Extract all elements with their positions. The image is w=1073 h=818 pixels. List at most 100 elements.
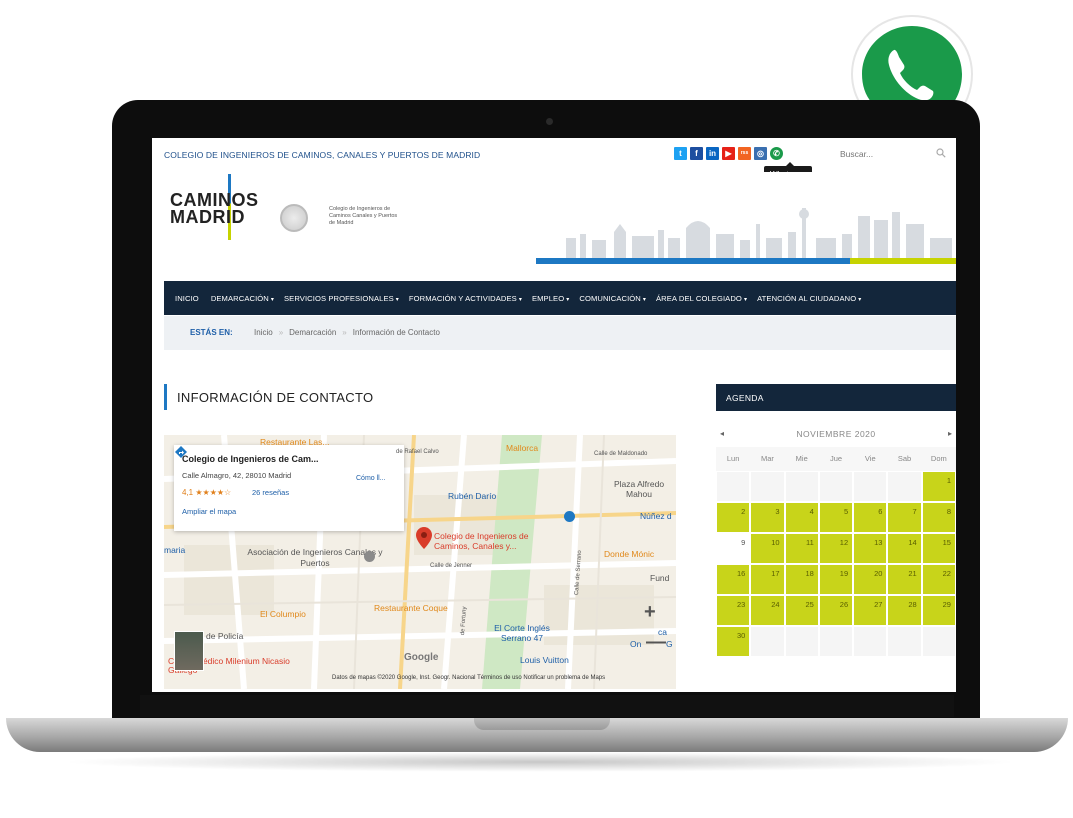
nav-item-demarcacion[interactable]: DEMARCACIÓN ▾ xyxy=(206,294,279,303)
poi-restaurant-top[interactable]: Restaurante Las... xyxy=(260,437,329,447)
map-pin-icon[interactable] xyxy=(416,527,432,549)
poi-colegio[interactable]: Colegio de Ingenieros de Caminos, Canale… xyxy=(434,531,552,551)
calendar-empty-cell xyxy=(716,471,751,502)
whatsapp-icon[interactable]: ✆ xyxy=(770,147,783,160)
calendar-day[interactable]: 9 xyxy=(716,533,751,564)
instagram-icon[interactable]: ◎ xyxy=(754,147,767,160)
calendar-month: NOVIEMBRE 2020 xyxy=(796,429,876,439)
calendar-day[interactable]: 21 xyxy=(887,564,922,595)
nav-item-formacion[interactable]: FORMACIÓN Y ACTIVIDADES ▾ xyxy=(404,294,527,303)
enlarge-map-link[interactable]: Ampliar el mapa xyxy=(182,507,236,516)
poi-fund[interactable]: Fund xyxy=(650,573,669,583)
calendar-day[interactable]: 18 xyxy=(784,564,819,595)
poi-policia[interactable]: de Policía xyxy=(206,631,243,641)
nav-item-empleo[interactable]: EMPLEO ▾ xyxy=(527,294,574,303)
calendar-day[interactable]: 14 xyxy=(887,533,922,564)
nav-item-atencion[interactable]: ATENCIÓN AL CIUDADANO ▾ xyxy=(752,294,866,303)
breadcrumb-inicio[interactable]: Inicio xyxy=(254,328,273,337)
nav-label: ÁREA DEL COLEGIADO xyxy=(656,293,742,303)
chevron-down-icon: ▾ xyxy=(518,296,522,303)
zoom-in-button[interactable]: + xyxy=(644,601,656,624)
calendar-day[interactable]: 20 xyxy=(853,564,888,595)
calendar-day[interactable]: 16 xyxy=(716,564,751,595)
directions-icon[interactable] xyxy=(174,445,188,459)
calendar-day[interactable]: 2 xyxy=(716,502,751,533)
calendar-day[interactable]: 28 xyxy=(887,595,922,626)
breadcrumb-demarcacion[interactable]: Demarcación xyxy=(289,328,336,337)
site-title-link[interactable]: COLEGIO DE INGENIEROS DE CAMINOS, CANALE… xyxy=(164,150,480,160)
calendar-day[interactable]: 27 xyxy=(853,595,888,626)
calendar-day[interactable]: 29 xyxy=(921,595,956,626)
place-rating: 4,1 ★★★★☆ xyxy=(182,488,232,497)
map-attribution[interactable]: Datos de mapas ©2020 Google, Inst. Geogr… xyxy=(164,671,676,685)
calendar-day[interactable]: 11 xyxy=(784,533,819,564)
calendar-day[interactable]: 7 xyxy=(887,502,922,533)
calendar-weekday: Lun xyxy=(716,447,751,471)
street-view-thumbnail[interactable] xyxy=(174,631,204,671)
search-icon[interactable] xyxy=(936,148,946,158)
calendar-empty-cell xyxy=(887,471,922,502)
calendar-day[interactable]: 8 xyxy=(921,502,956,533)
calendar-day[interactable]: 25 xyxy=(784,595,819,626)
poi-el-columpio[interactable]: El Columpio xyxy=(260,609,306,619)
nav-item-comunicacion[interactable]: COMUNICACIÓN ▾ xyxy=(574,294,651,303)
calendar-day[interactable]: 10 xyxy=(750,533,785,564)
chevron-down-icon: ▾ xyxy=(642,296,647,303)
twitter-icon[interactable]: t xyxy=(674,147,687,160)
calendar-weekday: Mar xyxy=(750,447,785,471)
calendar-day[interactable]: 23 xyxy=(716,595,751,626)
chevron-down-icon: ▾ xyxy=(270,296,274,303)
poi-restaurante-coque[interactable]: Restaurante Coque xyxy=(374,603,448,613)
calendar-day[interactable]: 24 xyxy=(750,595,785,626)
place-reviews-link[interactable]: 26 reseñas xyxy=(252,488,289,497)
facebook-icon[interactable]: f xyxy=(690,147,703,160)
poi-louis-vuitton[interactable]: Louis Vuitton xyxy=(520,655,569,665)
poi-mallorca[interactable]: Mallorca xyxy=(506,443,538,453)
breadcrumb: ESTÁS EN: Inicio » Demarcación » Informa… xyxy=(164,316,956,350)
poi-maria[interactable]: maria xyxy=(164,545,185,555)
place-address: Calle Almagro, 42, 28010 Madrid xyxy=(182,471,292,480)
linkedin-icon[interactable]: in xyxy=(706,147,719,160)
calendar-day[interactable]: 13 xyxy=(853,533,888,564)
page-title-wrap: INFORMACIÓN DE CONTACTO xyxy=(164,384,684,410)
nav-label: FORMACIÓN Y ACTIVIDADES xyxy=(408,293,517,303)
zoom-out-button[interactable]: — xyxy=(646,631,666,654)
calendar-day[interactable]: 6 xyxy=(853,502,888,533)
nav-label: SERVICIOS PROFESIONALES xyxy=(284,293,394,303)
nav-item-area-colegiado[interactable]: ÁREA DEL COLEGIADO ▾ xyxy=(651,294,752,303)
calendar-empty-cell xyxy=(750,626,785,657)
calendar-day[interactable]: 15 xyxy=(921,533,956,564)
laptop-camera xyxy=(546,118,553,125)
poi-g: G xyxy=(666,639,673,649)
calendar-day[interactable]: 22 xyxy=(921,564,956,595)
google-map[interactable]: Colegio de Ingenieros de Cam... Calle Al… xyxy=(164,435,676,689)
laptop-notch xyxy=(474,718,610,730)
calendar-day[interactable]: 26 xyxy=(818,595,854,626)
nav-item-inicio[interactable]: INICIO xyxy=(170,294,206,303)
directions-link[interactable]: Cómo ll... xyxy=(356,475,386,482)
calendar-empty-cell xyxy=(853,471,888,502)
header-stripe-blue xyxy=(536,258,850,264)
street-maldonado: Calle de Maldonado xyxy=(594,451,648,457)
calendar-day[interactable]: 1 xyxy=(921,471,956,502)
poi-plaza[interactable]: Plaza Alfredo Mahou xyxy=(604,479,674,499)
calendar-day[interactable]: 19 xyxy=(818,564,854,595)
rss-icon[interactable]: rss xyxy=(738,147,751,160)
poi-corte-ingles[interactable]: El Corte Inglés Serrano 47 xyxy=(480,623,564,643)
calendar-empty-cell xyxy=(921,626,956,657)
calendar-day[interactable]: 12 xyxy=(818,533,854,564)
calendar-day[interactable]: 3 xyxy=(750,502,785,533)
calendar-empty-cell xyxy=(784,626,819,657)
calendar-day[interactable]: 4 xyxy=(784,502,819,533)
nav-item-servicios[interactable]: SERVICIOS PROFESIONALES ▾ xyxy=(279,294,404,303)
poi-ruben-dario[interactable]: Rubén Darío xyxy=(448,491,496,501)
youtube-icon[interactable]: ▶ xyxy=(722,147,735,160)
site-logo[interactable]: CAMINOS MADRID xyxy=(170,174,350,244)
calendar-next-button[interactable]: ▸ xyxy=(948,429,952,438)
calendar-day[interactable]: 5 xyxy=(818,502,854,533)
calendar-empty-cell xyxy=(853,626,888,657)
poi-nunez[interactable]: Núñez d xyxy=(640,511,672,521)
poi-donde-monica[interactable]: Donde Mónic xyxy=(604,549,654,559)
calendar-day[interactable]: 17 xyxy=(750,564,785,595)
calendar-day[interactable]: 30 xyxy=(716,626,751,657)
